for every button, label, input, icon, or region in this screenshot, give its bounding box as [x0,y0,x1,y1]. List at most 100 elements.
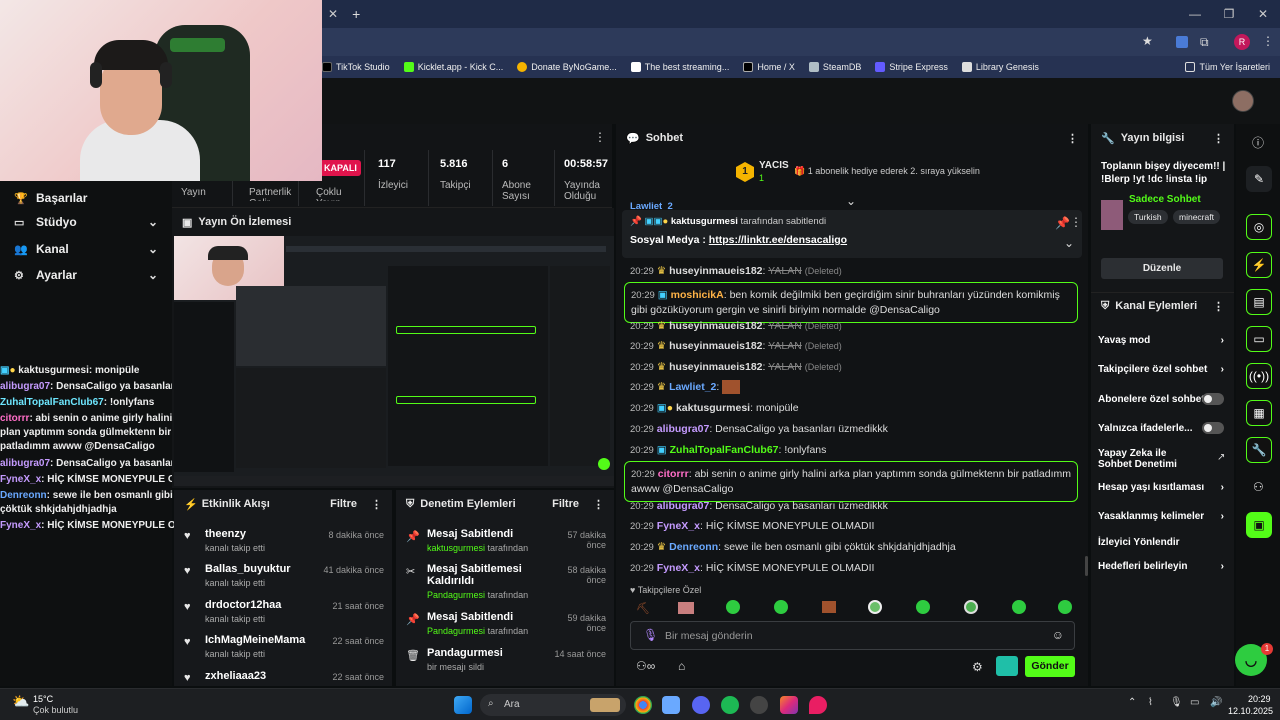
emoji-icon[interactable]: ☺ [1052,628,1064,642]
tray-chevron-icon[interactable]: ⌃ [1128,697,1136,708]
chat-bubble-icon[interactable]: ▭ [1246,326,1272,352]
discord-icon[interactable] [692,696,710,714]
panel-menu-icon[interactable]: ⋮ [1213,132,1224,145]
action-slow-mode[interactable]: Yavaş mod › [1098,335,1228,346]
panel-menu-icon[interactable]: ⋮ [593,498,604,511]
bookmark-item[interactable]: SteamDB [808,62,861,72]
nav-studio[interactable]: ▭ Stüdyo ⌄ [0,209,172,235]
notes-icon[interactable]: ▤ [1246,289,1272,315]
emote[interactable] [1012,600,1026,614]
nav-settings[interactable]: ⚙ Ayarlar ⌄ [0,262,172,288]
store-icon[interactable]: ⌂ [678,659,685,673]
filter-button[interactable]: Filtre [330,498,357,510]
chat-message[interactable]: 20:29 ▣● kaktusgurmesi: monipüle [630,401,1078,416]
bookmark-item[interactable]: TikTok Studio [322,62,390,72]
steam-icon[interactable] [750,696,768,714]
action-raid[interactable]: İzleyici Yönlendir [1098,537,1228,548]
extensions-icon[interactable]: ⧉ [1200,35,1209,50]
bookmark-item[interactable]: Donate ByNoGame... [517,62,617,72]
action-account-age[interactable]: Hesap yaşı kısıtlaması › [1098,482,1228,493]
pinned-link[interactable]: https://linktr.ee/densacaligo [709,234,847,246]
bot-icon[interactable] [996,656,1018,676]
nav-achievements[interactable]: 🏆 Başarılar [0,185,172,211]
wrench-icon[interactable]: 🔧 [1246,437,1272,463]
bot-icon[interactable]: ▣ [1246,512,1272,538]
bookmark-item[interactable]: Stripe Express [875,62,948,72]
broadcast-icon[interactable]: ((•)) [1246,363,1272,389]
bookmark-star-icon[interactable]: ★ [1142,34,1153,48]
toggle-switch[interactable] [1202,422,1224,434]
chevron-down-icon[interactable]: ⌄ [846,194,856,208]
emote[interactable] [774,600,788,614]
bookmark-item[interactable]: Library Genesis [961,62,1039,72]
chat-message[interactable]: 20:29 ♛ huseyinmaueis182: YALAN (Deleted) [630,319,1078,334]
chat-message[interactable]: 20:29 FyneX_x: HİÇ KİMSE MONEYPULE OLMADI… [630,561,1078,576]
edit-icon[interactable]: ✎ [1246,166,1272,192]
chat-scrollbar[interactable] [1085,556,1088,576]
minimize-icon[interactable]: — [1178,7,1212,21]
external-link-icon[interactable]: ↗ [1217,452,1225,463]
chat-message[interactable]: 20:29 ♛ Lawliet_2: [630,380,1078,395]
lightning-icon[interactable]: ⚡ [1246,252,1272,278]
points-icon[interactable]: ⚇ [1253,480,1264,494]
panel-menu-icon[interactable]: ⋮ [594,130,606,144]
chat-message[interactable]: 20:29 ♛ huseyinmaueis182: YALAN (Deleted) [630,264,1078,279]
user-avatar[interactable] [1232,90,1254,112]
action-banned-words[interactable]: Yasaklanmış kelimeler › [1098,511,1228,522]
chevron-down-icon[interactable]: ⌄ [1064,236,1074,250]
toggle-switch[interactable] [1202,393,1224,405]
emote[interactable] [726,600,740,614]
taskbar-search[interactable]: ⌕ Ara [480,694,626,716]
points-icon[interactable]: ⚇∞ [636,659,655,673]
all-bookmarks[interactable]: Tüm Yer İşaretleri [1185,62,1270,72]
close-tab-icon[interactable]: ✕ [328,7,338,21]
action-emotes-only[interactable]: Yalnızca ifadelerle... [1098,422,1228,434]
panel-menu-icon[interactable]: ⋮ [1067,132,1078,145]
chat-message[interactable]: 20:29 ▣ ZuhalTopalFanClub67: !onlyfans [630,443,1078,458]
bookmark-item[interactable]: Home / X [743,62,795,72]
network-icon[interactable]: ⌇ [1148,697,1153,708]
display-icon[interactable]: ▭ [1190,697,1199,708]
chat-message-highlighted[interactable]: 20:29 citorrr: abi senin o anime girly ha… [624,461,1078,502]
weather-icon[interactable]: ⛅ [12,693,29,710]
windows-start-icon[interactable] [454,696,472,714]
panel-menu-icon[interactable]: ⋮ [371,498,382,511]
emote[interactable] [964,600,978,614]
chat-message-highlighted[interactable]: 20:29 ▣ moshicikA: ben komik değilmiki be… [624,282,1078,323]
chat-settings-icon[interactable]: ⚙ [972,660,983,674]
chrome-icon[interactable] [634,696,652,714]
layout-icon[interactable]: ▦ [1246,400,1272,426]
emote[interactable] [916,600,930,614]
map-pin-icon[interactable] [809,696,827,714]
window-close-icon[interactable]: ✕ [1246,7,1280,21]
clock-date[interactable]: 12.10.2025 [1228,706,1273,716]
app-icon[interactable] [662,696,680,714]
panel-menu-icon[interactable]: ⋮ [1213,300,1224,313]
new-tab-button[interactable]: + [352,6,360,22]
filter-button[interactable]: Filtre [552,498,579,510]
mic-icon[interactable]: 🎙 [643,628,658,642]
emote[interactable] [678,602,694,614]
action-subscribers-only[interactable]: Abonelere özel sohbet [1098,393,1228,405]
chat-message[interactable]: 20:29 alibugra07: DensaCaligo ya basanlar… [630,499,1078,514]
chat-input[interactable]: 🎙 Bir mesaj gönderin ☺ [630,621,1075,650]
action-goals[interactable]: Hedefleri belirleyin › [1098,561,1228,572]
send-button[interactable]: Gönder [1025,656,1075,677]
chat-message[interactable]: 20:29 alibugra07: DensaCaligo ya basanlar… [630,422,1078,437]
clip-icon[interactable]: ◎ [1246,214,1272,240]
clock-time[interactable]: 20:29 [1248,694,1271,704]
pinned-menu-icon[interactable]: ⋮ [1070,215,1082,229]
instagram-icon[interactable] [780,696,798,714]
stream-preview-video[interactable] [174,236,614,486]
emote[interactable] [822,601,836,613]
emote[interactable]: ⛏ [636,602,650,615]
chat-message[interactable]: 20:29 ♛ Denreonn: sewe ile ben osmanlı gi… [630,540,1078,555]
bookmark-item[interactable]: The best streaming... [630,62,729,72]
pin-icon[interactable]: 📌 [1055,216,1070,230]
browser-menu-icon[interactable]: ⋮ [1262,34,1274,48]
emote[interactable] [1058,600,1072,614]
info-icon[interactable]: ⓘ [1252,134,1264,151]
nav-channel[interactable]: 👥 Kanal ⌄ [0,236,172,262]
edit-button[interactable]: Düzenle [1101,258,1223,279]
action-followers-only[interactable]: Takipçilere özel sohbet › [1098,364,1228,375]
